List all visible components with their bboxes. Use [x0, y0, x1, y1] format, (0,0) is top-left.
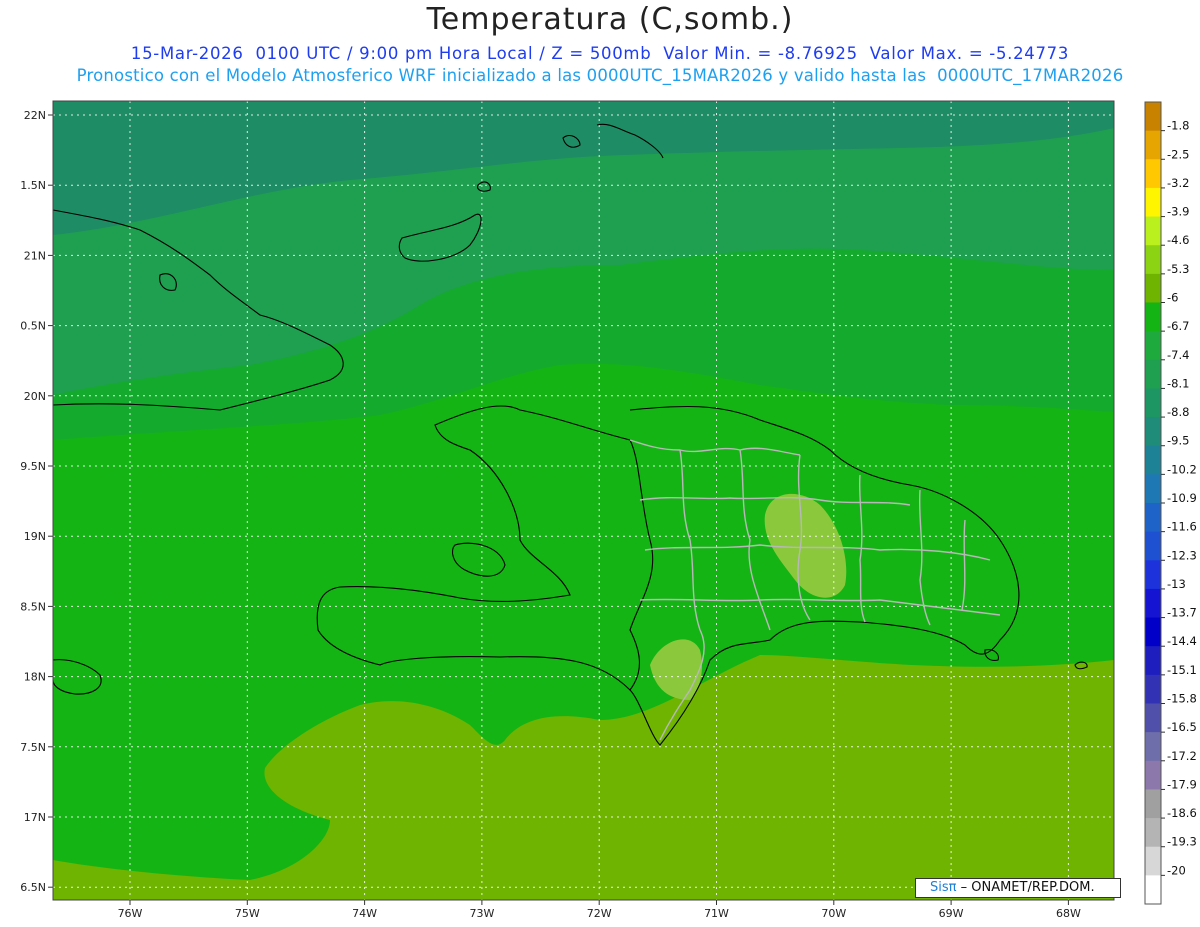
colorbar-swatch: [1145, 646, 1161, 676]
colorbar-swatch: [1145, 359, 1161, 389]
colorbar-label: -8.1: [1167, 376, 1189, 390]
colorbar-label: -3.9: [1167, 205, 1189, 219]
colorbar-label: -11.6: [1167, 520, 1197, 534]
lon-tick-label: 72W: [587, 907, 612, 920]
colorbar-swatch: [1145, 216, 1161, 246]
lat-tick-label: 8.5N: [20, 600, 46, 613]
lon-tick-label: 74W: [352, 907, 377, 920]
colorbar-label: -6: [1167, 291, 1178, 305]
lat-tick-label: 6.5N: [20, 881, 46, 894]
lat-tick-label: 21N: [24, 249, 46, 262]
colorbar-label: -13.7: [1167, 606, 1197, 620]
colorbar-swatch: [1145, 130, 1161, 160]
colorbar-label: -7.4: [1167, 348, 1189, 362]
lat-tick-label: 7.5N: [20, 741, 46, 754]
colorbar-swatch: [1145, 846, 1161, 876]
lon-tick-label: 73W: [469, 907, 494, 920]
lat-tick-label: 9.5N: [20, 460, 46, 473]
colorbar-label: -17.9: [1167, 777, 1197, 791]
colorbar-label: -16.5: [1167, 720, 1197, 734]
lon-tick-label: 68W: [1056, 907, 1081, 920]
lon-tick-label: 75W: [235, 907, 260, 920]
credit-brand: Sisπ: [930, 880, 957, 895]
colorbar-swatch: [1145, 302, 1161, 332]
colorbar-swatch: [1145, 760, 1161, 790]
colorbar-label: -19.3: [1167, 835, 1197, 849]
lat-tick-label: 22N: [24, 109, 46, 122]
colorbar-label: -17.2: [1167, 749, 1197, 763]
colorbar-swatch: [1145, 617, 1161, 647]
colorbar-label: -10.2: [1167, 462, 1197, 476]
colorbar-label: -20: [1167, 863, 1186, 877]
colorbar-label: -12.3: [1167, 548, 1197, 562]
colorbar-swatch: [1145, 674, 1161, 704]
colorbar-swatch: [1145, 388, 1161, 418]
colorbar-label: -15.8: [1167, 692, 1197, 706]
lat-tick-label: 1.5N: [20, 179, 46, 192]
colorbar-swatch: [1145, 331, 1161, 361]
lon-tick-label: 69W: [939, 907, 964, 920]
colorbar-swatch: [1145, 445, 1161, 475]
colorbar-label: -5.3: [1167, 262, 1189, 276]
lat-tick-label: 19N: [24, 530, 46, 543]
colorbar-swatch: [1145, 818, 1161, 848]
colorbar-label: -6.7: [1167, 319, 1189, 333]
credit-org: – ONAMET/REP.DOM.: [956, 880, 1095, 895]
colorbar-label: -14.4: [1167, 634, 1197, 648]
colorbar-swatch: [1145, 531, 1161, 561]
lat-tick-label: 20N: [24, 390, 46, 403]
colorbar-swatch: [1145, 703, 1161, 733]
colorbar-swatch: [1145, 102, 1161, 132]
credit-box: Sisπ – ONAMET/REP.DOM.: [915, 878, 1121, 898]
colorbar-swatch: [1145, 273, 1161, 303]
colorbar-label: -4.6: [1167, 233, 1189, 247]
colorbar-swatch: [1145, 503, 1161, 533]
lon-tick-label: 71W: [704, 907, 729, 920]
colorbar-label: -15.1: [1167, 663, 1197, 677]
colorbar-label: -2.5: [1167, 147, 1189, 161]
colorbar-swatch: [1145, 789, 1161, 819]
colorbar-swatch: [1145, 159, 1161, 189]
longitude-axis: 76W 75W 74W 73W 72W 71W 70W 69W 68W: [118, 900, 1081, 920]
lat-tick-label: 18N: [24, 671, 46, 684]
colorbar-swatch: [1145, 588, 1161, 619]
colorbar-swatch: [1145, 875, 1161, 905]
forecast-map: 22N 1.5N 21N 0.5N 20N 9.5N 19N 8.5N 18N 7.5N 17N 6.…: [20, 100, 1197, 920]
lon-tick-label: 76W: [118, 907, 143, 920]
lat-tick-label: 17N: [24, 811, 46, 824]
colorbar-label: -13: [1167, 577, 1186, 591]
lon-tick-label: 70W: [821, 907, 846, 920]
colorbar-swatch: [1145, 474, 1161, 504]
colorbar-label: -9.5: [1167, 434, 1189, 448]
colorbar-swatch: [1145, 417, 1161, 447]
colorbar-swatch: [1145, 187, 1161, 218]
colorbar-swatch: [1145, 245, 1161, 275]
colorbar-label: -1.8: [1167, 119, 1189, 133]
colorbar-swatch: [1145, 732, 1161, 762]
colorbar-label: -8.8: [1167, 405, 1189, 419]
lat-tick-label: 0.5N: [20, 320, 46, 333]
latitude-axis: 22N 1.5N 21N 0.5N 20N 9.5N 19N 8.5N 18N 7.5N 17N 6.…: [20, 109, 53, 894]
colorbar-label: -10.9: [1167, 491, 1197, 505]
colorbar-label: -18.6: [1167, 806, 1197, 820]
colorbar: -1.8 -2.5 -3.2 -3.9 -4.6 -5.3 -6 -6.7 -7.4 -8.1 -8…: [1144, 101, 1197, 905]
colorbar-swatch: [1145, 560, 1161, 590]
colorbar-label: -3.2: [1167, 176, 1189, 190]
